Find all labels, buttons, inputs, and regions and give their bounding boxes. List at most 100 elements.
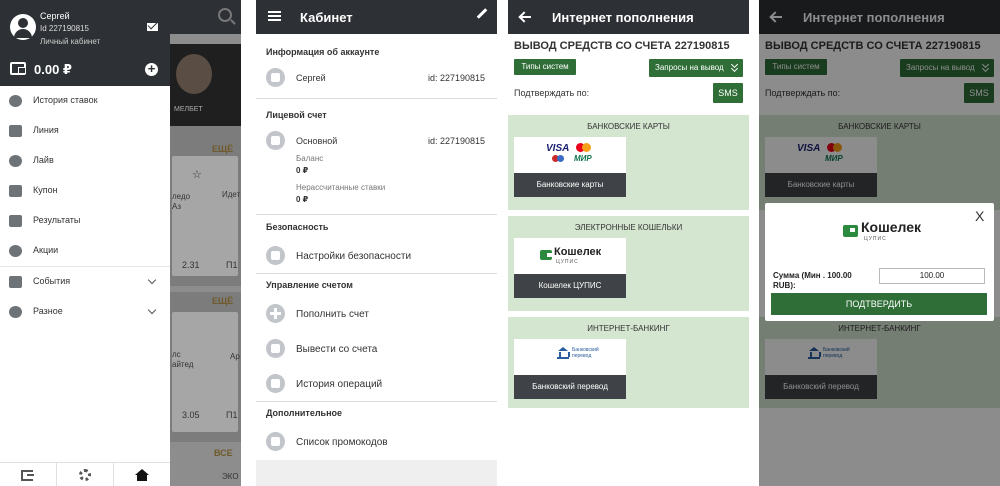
account-name: Основной: [296, 136, 338, 146]
system-types-button[interactable]: Типы систем: [514, 59, 576, 75]
monitor-icon: [9, 276, 22, 288]
divider: [113, 463, 114, 486]
drawer-item-promotions[interactable]: Акции: [0, 236, 170, 266]
bet-history-icon: [9, 95, 22, 107]
section-title: БАНКОВСКИЕ КАРТЫ: [587, 122, 670, 131]
banner-person-image: [176, 54, 212, 94]
drawer-item-live[interactable]: Лайв: [0, 146, 170, 176]
all-link[interactable]: ВСЕ: [214, 448, 233, 458]
drawer-header: Сергей Id 227190815 Личный кабинет 0.00 …: [0, 0, 170, 86]
promocodes-label: Список промокодов: [296, 437, 388, 448]
bank-icon: [557, 347, 570, 359]
koshelek-logo-text: Кошелек: [861, 219, 922, 235]
drawer-item-label: Разное: [33, 306, 63, 316]
balance-value: 0 ₽: [296, 166, 309, 175]
koshelek-cupis-option[interactable]: Кошелек ЦУПИС Кошелек ЦУПИС: [514, 238, 626, 298]
event-team-snippet: лс: [172, 350, 181, 359]
withdraw-requests-button[interactable]: Запросы на вывод: [649, 59, 743, 77]
more-link[interactable]: ЕЩЁ: [212, 296, 233, 306]
drawer-item-events[interactable]: События: [0, 267, 170, 297]
close-icon[interactable]: X: [975, 208, 984, 224]
back-arrow-icon[interactable]: [520, 16, 531, 18]
user-id: Id 227190815: [40, 24, 89, 33]
amount-label: Сумма (Мин . 100.00 RUB):: [773, 271, 852, 290]
internet-banking-section: ИНТЕРНЕТ-БАНКИНГ Банковский перевод Банк…: [508, 317, 749, 408]
event-card[interactable]: лс айтед Ар 3.05 П1: [172, 312, 240, 432]
event-card[interactable]: ☆ ледо Аз Идет 2.31 П1: [172, 156, 240, 276]
event-team-snippet: Аз: [172, 202, 182, 211]
background-app-bar: [170, 0, 241, 34]
user-name: Сергей: [296, 73, 326, 83]
payment-amount-dialog: X Кошелек ЦУПИС Сумма (Мин . 100.00 RUB)…: [765, 203, 994, 321]
topup-label: Пополнить счет: [296, 309, 369, 320]
background-app: МЕЛБЕТ ЕЩЁ ☆ ледо Аз Идет 2.31 П1 ЕЩЁ лс…: [170, 0, 241, 486]
add-funds-icon[interactable]: +: [145, 62, 158, 76]
koshelek-logo-icon: [540, 250, 552, 260]
confirm-by-label: Подтверждать по:: [514, 88, 590, 98]
bank-transfer-option[interactable]: Банковский перевод Банковский перевод: [514, 339, 626, 399]
balloons-icon: [9, 245, 22, 257]
drawer-item-label: События: [33, 276, 71, 286]
drawer-item-line[interactable]: Линия: [0, 116, 170, 146]
account-icon: [266, 131, 285, 150]
option-caption: Кошелек ЦУПИС: [514, 274, 626, 298]
drawer-item-misc[interactable]: Разное: [0, 297, 170, 327]
drawer-item-bet-history[interactable]: История ставок: [0, 86, 170, 116]
section-title: ИНТЕРНЕТ-БАНКИНГ: [587, 324, 670, 333]
section-title: Управление счетом: [266, 280, 353, 290]
odds-value[interactable]: 2.31: [182, 260, 200, 270]
promo-banner[interactable]: МЕЛБЕТ: [170, 44, 241, 126]
edit-icon[interactable]: [476, 8, 488, 19]
option-caption: Банковские карты: [514, 173, 626, 197]
mastercard-logo: [582, 143, 591, 152]
balance-value: 0.00 ₽: [34, 62, 72, 77]
star-icon[interactable]: ☆: [192, 168, 202, 181]
gear-icon[interactable]: [79, 469, 91, 481]
drawer-item-label: Акции: [33, 245, 59, 255]
page-title: Кабинет: [300, 10, 353, 25]
drawer-item-label: Лайв: [33, 155, 54, 165]
logout-icon[interactable]: [21, 470, 34, 481]
divider: [256, 214, 497, 215]
bottom-spacer: [256, 460, 497, 486]
page-title: Интернет пополнения: [552, 10, 694, 25]
user-name: Сергей: [40, 11, 70, 21]
mir-logo: МИР: [574, 154, 592, 163]
panel-internet-topup-modal: Интернет пополнения ВЫВОД СРЕДСТВ СО СЧЕ…: [759, 0, 1000, 486]
odds-value[interactable]: 3.05: [182, 410, 200, 420]
menu-icon[interactable]: [268, 11, 281, 21]
mail-icon[interactable]: [147, 23, 158, 31]
bank-cards-option[interactable]: VISA МИР Банковские карты: [514, 137, 626, 197]
security-settings-label: Настройки безопасности: [296, 251, 412, 262]
account-id: id: 227190815: [428, 136, 486, 146]
amount-input[interactable]: 100.00: [879, 268, 985, 284]
panel-drawer: МЕЛБЕТ ЕЩЁ ☆ ледо Аз Идет 2.31 П1 ЕЩЁ лс…: [0, 0, 241, 486]
section-title: ЭЛЕКТРОННЫЕ КОШЕЛЬКИ: [574, 223, 683, 232]
divider: [256, 401, 497, 402]
panel-internet-topup: Интернет пополнения ВЫВОД СРЕДСТВ СО СЧЕ…: [508, 0, 749, 486]
confirm-button[interactable]: ПОДТВЕРДИТЬ: [771, 293, 987, 315]
home-icon[interactable]: [135, 469, 149, 481]
avatar-icon[interactable]: [10, 14, 36, 40]
section-title: Дополнительное: [266, 408, 343, 418]
unsettled-value: 0 ₽: [296, 195, 309, 204]
user-icon: [266, 68, 285, 87]
drawer-bottom-bar: [0, 462, 170, 486]
history-icon: [266, 374, 285, 393]
search-icon[interactable]: [218, 8, 232, 22]
divider: [56, 463, 57, 486]
drawer-item-coupon[interactable]: Купон: [0, 176, 170, 206]
koshelek-logo-icon: [843, 225, 858, 237]
clock-icon: [9, 155, 22, 167]
lock-icon: [266, 246, 285, 265]
more-link[interactable]: ЕЩЁ: [212, 144, 233, 154]
navigation-drawer: Сергей Id 227190815 Личный кабинет 0.00 …: [0, 0, 170, 486]
bank-cards-section: БАНКОВСКИЕ КАРТЫ VISA МИР Банковские кар…: [508, 115, 749, 210]
personal-cabinet-link[interactable]: Личный кабинет: [40, 37, 100, 46]
event-snippet: ЭКО: [222, 472, 239, 481]
banner-text: МЕЛБЕТ: [174, 106, 203, 113]
drawer-item-results[interactable]: Результаты: [0, 206, 170, 236]
balance-label: Баланс: [296, 154, 324, 163]
cupis-logo-text: ЦУПИС: [864, 236, 887, 242]
sms-button[interactable]: SMS: [713, 83, 743, 103]
